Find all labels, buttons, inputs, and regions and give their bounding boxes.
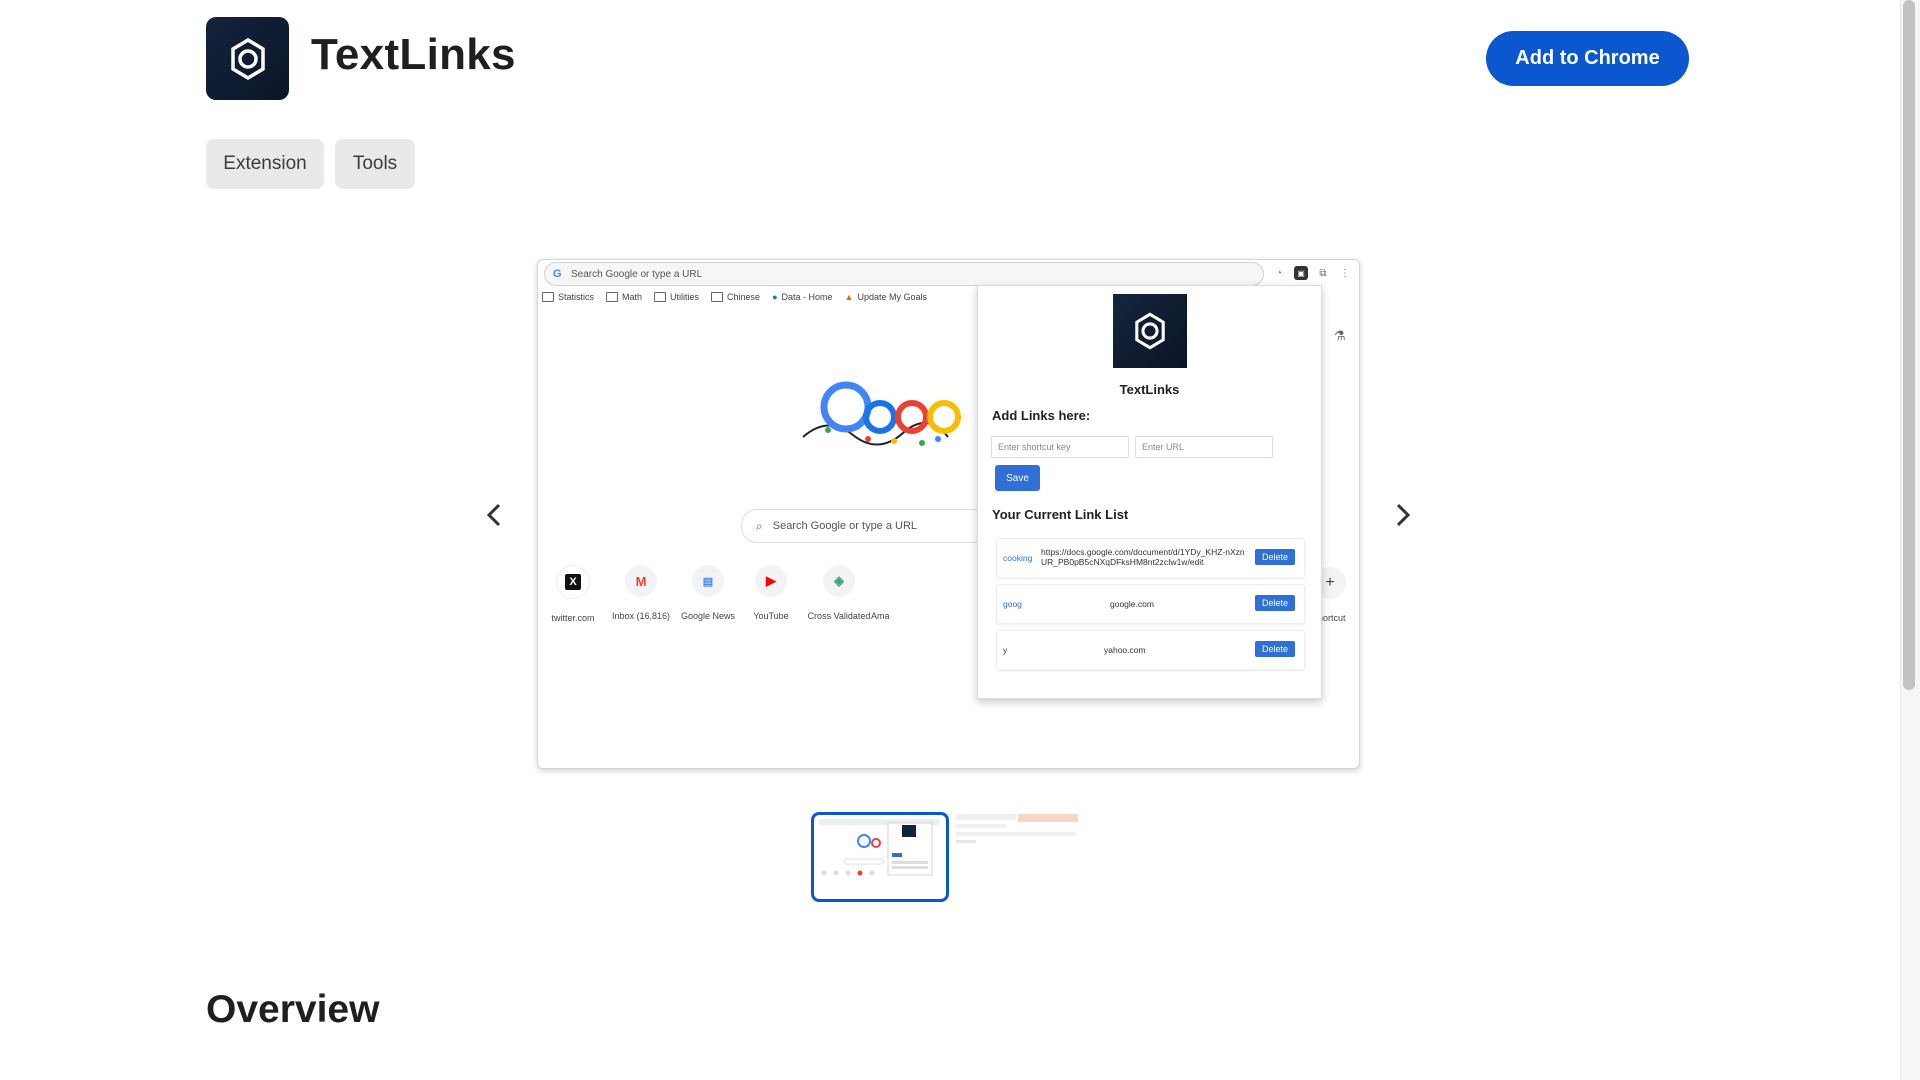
add-links-heading: Add Links here:	[992, 408, 1091, 423]
warning-icon: ▲	[844, 292, 854, 302]
popup-logo	[1113, 294, 1187, 368]
link-list-heading: Your Current Link List	[992, 507, 1129, 522]
search-icon: ⌕	[756, 518, 763, 533]
thumbnail-preview-image	[956, 814, 1078, 843]
shortcut-tile: M Inbox (16,816)	[606, 565, 676, 621]
extension-blue-icon: ◔	[1275, 267, 1283, 279]
shortcut-tile: ▶ YouTube	[736, 565, 806, 621]
bookmark-item: Statistics	[542, 292, 594, 302]
link-url: https://docs.google.com/document/d/1YDy_…	[1041, 547, 1245, 567]
link-url: google.com	[1110, 599, 1154, 609]
chevron-left-icon	[486, 503, 501, 527]
url-input: Enter URL	[1135, 436, 1273, 458]
shortcut-tile: Ama	[871, 611, 890, 621]
search-placeholder: Search Google or type a URL	[772, 520, 918, 532]
bookmark-item: Utilities	[654, 292, 699, 302]
thumbnail-preview-image	[818, 819, 940, 876]
app-logo	[206, 17, 289, 100]
link-key: y	[1003, 645, 1008, 655]
chevron-right-icon	[1396, 503, 1411, 527]
overview-heading: Overview	[206, 988, 380, 1031]
shortcut-tile: ◈ Cross Validated	[804, 565, 874, 621]
screenshot-search-box: ⌕ Search Google or type a URL	[741, 509, 988, 543]
carousel-thumbnail[interactable]	[952, 812, 1084, 896]
textlinks-toolbar-icon: ▣	[1294, 266, 1308, 280]
chip-extension[interactable]: Extension	[206, 139, 324, 189]
labs-flask-icon: ⚗	[1334, 328, 1346, 343]
link-row: y yahoo.com Delete	[996, 630, 1305, 670]
add-shortcut-label: hortcut	[1318, 613, 1346, 623]
bookmark-item: Math	[606, 292, 642, 302]
carousel-screenshot: G Search Google or type a URL ◔ ▣ ⧉ ⋮ St…	[537, 259, 1360, 769]
popup-title: TextLinks	[1119, 382, 1180, 397]
gmail-icon: M	[625, 565, 657, 597]
textlinks-logo-icon	[230, 37, 265, 80]
link-row: goog google.com Delete	[996, 584, 1305, 624]
x-twitter-icon: X	[556, 565, 590, 599]
google-doodle-image	[802, 381, 961, 446]
omnibox-placeholder: Search Google or type a URL	[571, 268, 703, 280]
shortcut-tile: ▤ Google News	[673, 565, 743, 621]
menu-dots-icon: ⋮	[1340, 267, 1350, 279]
chip-tools[interactable]: Tools	[335, 139, 415, 189]
delete-button: Delete	[1255, 549, 1295, 565]
bookmark-item: ● Data - Home	[772, 292, 833, 302]
folder-icon	[711, 292, 724, 302]
screenshot-bookmarks-bar: Statistics Math Utilities Chinese ● Data …	[538, 289, 982, 305]
delete-button: Delete	[1255, 595, 1295, 611]
folder-icon	[654, 292, 667, 302]
carousel-next-button[interactable]	[1386, 498, 1420, 532]
cross-validated-icon: ◈	[823, 565, 855, 597]
scrollbar-thumb[interactable]	[1903, 0, 1915, 690]
link-key: goog	[1003, 599, 1022, 609]
folder-icon	[606, 292, 619, 302]
shortcut-key-input: Enter shortcut key	[991, 436, 1129, 458]
link-key: cooking	[1003, 553, 1033, 563]
bookmark-item: Chinese	[711, 292, 760, 302]
carousel-thumbnail-selected[interactable]	[811, 812, 949, 902]
screenshot-toolbar-icons: ◔ ▣ ⧉ ⋮	[1272, 264, 1352, 282]
screenshot-omnibox: G Search Google or type a URL	[544, 262, 1264, 286]
link-row: cooking https://docs.google.com/document…	[996, 538, 1305, 578]
youtube-icon: ▶	[755, 565, 787, 597]
folder-icon	[542, 292, 554, 302]
app-title: TextLinks	[311, 30, 516, 79]
globe-icon: ●	[772, 292, 778, 302]
textlinks-logo-icon	[1135, 312, 1165, 350]
bookmark-item: ▲ Update My Goals	[844, 292, 927, 302]
add-to-chrome-button[interactable]: Add to Chrome	[1486, 31, 1689, 86]
textlinks-popup: TextLinks Add Links here: Enter shortcut…	[977, 285, 1322, 699]
save-button: Save	[995, 465, 1040, 491]
carousel-prev-button[interactable]	[477, 498, 511, 532]
link-url: yahoo.com	[1104, 645, 1146, 655]
shortcut-tile: X twitter.com	[538, 565, 608, 623]
google-g-icon: G	[553, 268, 562, 280]
delete-button: Delete	[1255, 641, 1295, 657]
puzzle-icon: ⧉	[1319, 267, 1327, 279]
google-news-icon: ▤	[692, 565, 724, 597]
